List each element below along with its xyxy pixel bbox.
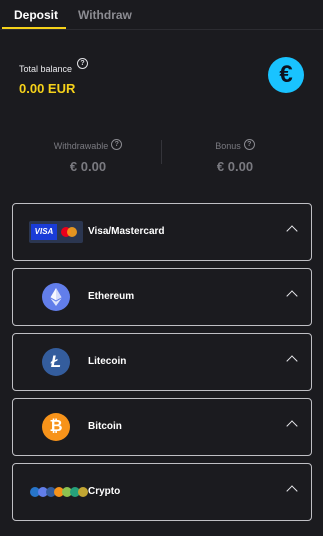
total-balance-value: 0.00 EUR [19,81,76,96]
method-bitcoin[interactable]: ₿ Bitcoin [12,398,312,456]
method-visa-mastercard[interactable]: VISA Visa/Mastercard [12,203,312,261]
chevron-up-icon[interactable] [286,355,298,367]
tab-deposit[interactable]: Deposit [14,8,58,22]
help-icon[interactable]: ? [77,58,88,69]
crypto-coins-icon [30,487,88,497]
chevron-up-icon[interactable] [286,225,298,237]
tab-withdraw[interactable]: Withdraw [78,8,132,22]
method-litecoin[interactable]: Ł Litecoin [12,333,312,391]
help-icon[interactable]: ? [111,139,123,150]
divider [161,140,162,164]
tab-bar: Deposit Withdraw [0,0,323,30]
visa-mastercard-icon: VISA [29,221,83,243]
method-name: Crypto [88,486,121,497]
tabs-divider [0,29,323,30]
method-name: Visa/Mastercard [88,226,165,237]
method-ethereum[interactable]: Ethereum [12,268,312,326]
method-name: Litecoin [88,356,127,367]
ethereum-icon [42,283,70,311]
withdrawable-label: Withdrawable [53,141,109,151]
litecoin-icon: Ł [42,348,70,376]
method-name: Ethereum [88,291,135,302]
payment-methods-list: VISA Visa/Mastercard Ethereum Ł Litecoin… [12,203,312,528]
total-balance-label: Total balance [19,64,73,74]
chevron-up-icon[interactable] [286,290,298,302]
method-crypto[interactable]: Crypto [12,463,312,521]
bonus-label: Bonus [215,141,241,151]
bonus-section: Bonus? € 0.00 [165,136,305,174]
bitcoin-icon: ₿ [42,413,70,441]
bonus-value: € 0.00 [216,159,254,174]
withdrawable-value: € 0.00 [69,159,107,174]
euro-currency-icon: € [268,57,304,93]
help-icon[interactable]: ? [243,139,255,150]
method-name: Bitcoin [88,421,122,432]
withdrawable-section: Withdrawable? € 0.00 [18,136,158,174]
chevron-up-icon[interactable] [286,485,298,497]
chevron-up-icon[interactable] [286,420,298,432]
